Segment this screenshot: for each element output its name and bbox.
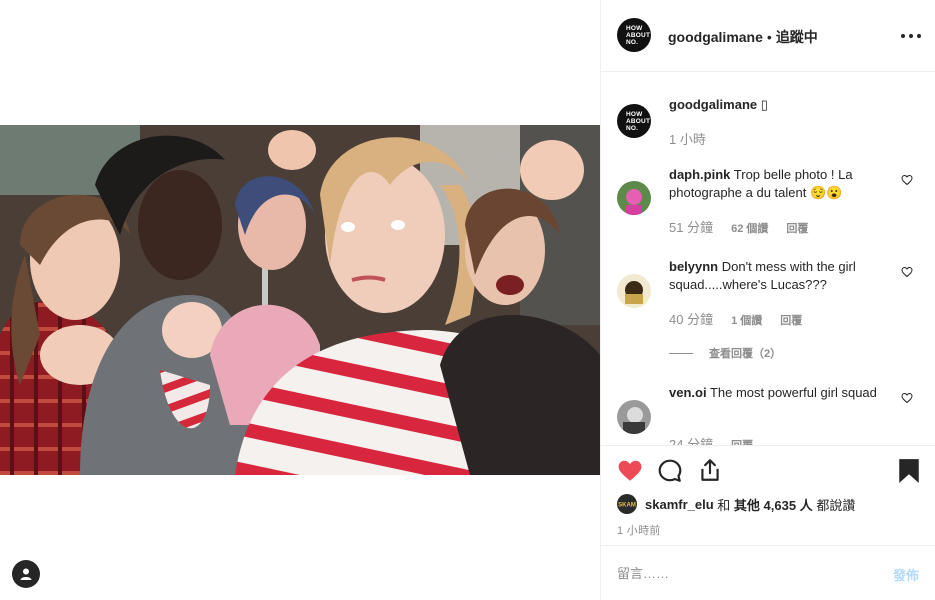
speech-bubble-icon[interactable] (657, 458, 683, 484)
post-header: HOW ABOUT NO. goodgalimane • 追蹤中 (601, 0, 935, 72)
comment-input[interactable] (617, 564, 857, 582)
add-comment-section: 發佈 (601, 545, 935, 600)
comment-text: daph.pink Trop belle photo ! La photogra… (669, 166, 887, 202)
comment-likes[interactable]: 1 個讚 (731, 315, 762, 327)
comment-text: belyynn Don't mess with the girl squad..… (669, 258, 887, 294)
heart-outline-icon[interactable] (901, 266, 913, 278)
commenter-avatar[interactable] (617, 400, 651, 434)
view-replies-label: 查看回覆（2） (709, 348, 782, 360)
commenter-avatar[interactable] (617, 181, 651, 215)
comments-list[interactable]: HOW ABOUT NO. goodgalimane ▯ 1 小時 daph.p… (601, 72, 935, 445)
post-comment-button[interactable]: 發佈 (893, 565, 919, 584)
group-selfie-image (0, 125, 600, 475)
comment-meta: 40 分鐘 1 個讚 回覆 (669, 309, 820, 328)
comment-username[interactable]: daph.pink (669, 167, 730, 182)
caption-text: goodgalimane ▯ (669, 96, 887, 114)
ellipsis-dot (917, 34, 921, 38)
post-timestamp[interactable]: 1 小時前 (617, 522, 661, 538)
liker-avatar[interactable]: SKAM (617, 494, 637, 514)
heart-outline-icon[interactable] (901, 174, 913, 186)
share-upload-icon[interactable] (697, 457, 723, 483)
comment-text: ven.oi The most powerful girl squad (669, 384, 887, 402)
bookmark-filled-icon[interactable] (897, 458, 921, 484)
more-options-button[interactable] (901, 26, 921, 46)
likes-and: 和 (717, 497, 731, 513)
heart-filled-icon[interactable] (617, 458, 643, 484)
svg-text:SKAM: SKAM (618, 503, 636, 509)
action-bar: SKAM skamfr_elu 和 其他 4,635 人 都說讚 1 小時前 (601, 445, 935, 545)
commenter-avatar[interactable] (617, 274, 651, 308)
likes-suffix: 都說讚 (816, 497, 856, 513)
ellipsis-dot (909, 34, 913, 38)
header-user-line: goodgalimane • 追蹤中 (668, 27, 818, 47)
liker-username[interactable]: skamfr_elu (645, 497, 714, 512)
details-panel: HOW ABOUT NO. goodgalimane • 追蹤中 HOW ABOUT… (600, 0, 935, 600)
separator-dot: • (766, 29, 772, 45)
likes-others-link[interactable]: 其他 4,635 人 (734, 495, 813, 514)
comment-username[interactable]: belyynn (669, 259, 718, 274)
comment-time[interactable]: 51 分鐘 (669, 220, 713, 235)
caption-username[interactable]: goodgalimane (669, 97, 757, 112)
comment-body: The most powerful girl squad (709, 385, 877, 400)
caption-meta: 1 小時 (669, 129, 724, 148)
comment-meta: 24 分鐘回覆 (669, 434, 771, 445)
follow-status-button[interactable]: 追蹤中 (776, 29, 818, 45)
view-replies-button[interactable]: 查看回覆（2） (669, 345, 781, 361)
likes-summary: SKAM skamfr_elu 和 其他 4,635 人 都說讚 (617, 494, 855, 514)
author-avatar[interactable]: HOW ABOUT NO. (617, 18, 651, 52)
reply-button[interactable]: 回覆 (780, 315, 802, 327)
ellipsis-icon (901, 34, 905, 38)
comment-time[interactable]: 40 分鐘 (669, 312, 713, 327)
reply-button[interactable]: 回覆 (786, 223, 808, 235)
comment-username[interactable]: ven.oi (669, 385, 707, 400)
caption-author-avatar[interactable]: HOW ABOUT NO. (617, 104, 651, 138)
heart-outline-icon[interactable] (901, 392, 913, 404)
replies-divider (669, 352, 693, 354)
comment-meta: 51 分鐘 62 個讚 回覆 (669, 217, 826, 236)
caption-time[interactable]: 1 小時 (669, 132, 706, 147)
author-username[interactable]: goodgalimane (668, 29, 763, 45)
caption-emoji: ▯ (760, 97, 768, 112)
post-photo[interactable] (0, 125, 600, 475)
comment-time[interactable]: 24 分鐘 (669, 437, 713, 445)
media-panel (0, 0, 600, 600)
comment-likes[interactable]: 62 個讚 (731, 223, 768, 235)
user-tag-icon[interactable] (12, 560, 40, 588)
